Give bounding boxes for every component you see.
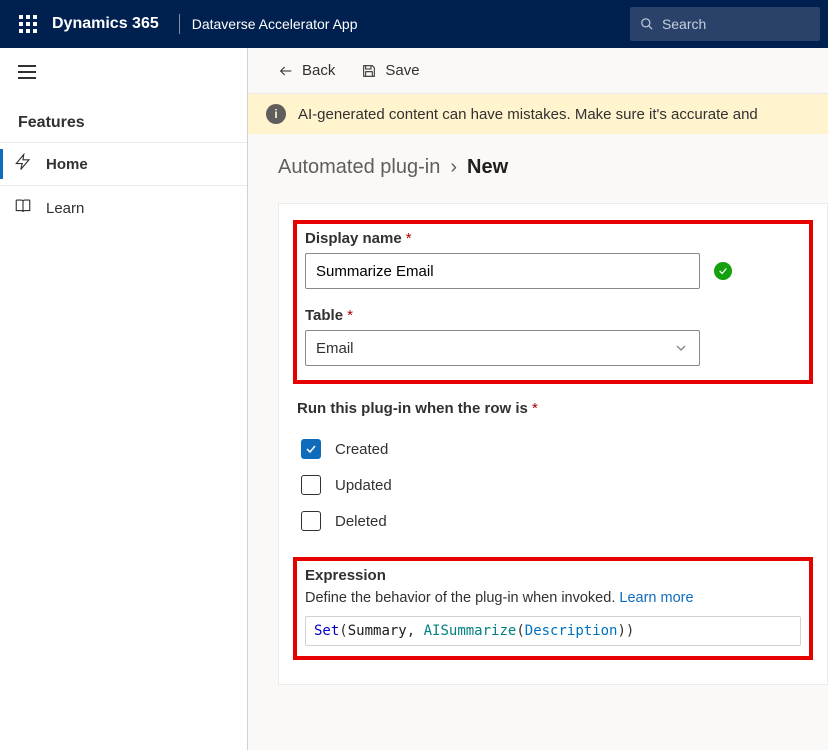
checkbox-deleted-label: Deleted bbox=[335, 513, 387, 530]
save-button[interactable]: Save bbox=[351, 56, 429, 85]
form-card: Display name* Table* Email bbox=[278, 203, 828, 685]
expression-label: Expression bbox=[305, 567, 801, 584]
header-divider bbox=[179, 14, 180, 34]
info-icon: i bbox=[266, 104, 286, 124]
valid-check-icon bbox=[714, 262, 732, 280]
trigger-created-row: Created bbox=[293, 431, 813, 467]
breadcrumb-current: New bbox=[467, 156, 508, 179]
trigger-section-label: Run this plug-in when the row is * bbox=[297, 400, 809, 417]
sidebar: Features Home Learn bbox=[0, 48, 248, 750]
checkbox-created[interactable] bbox=[301, 439, 321, 459]
home-icon bbox=[14, 153, 32, 175]
expression-editor[interactable]: Set(Summary, AISummarize(Description)) bbox=[305, 616, 801, 646]
hamburger-button[interactable] bbox=[0, 48, 247, 96]
code-token-description: Description bbox=[525, 623, 618, 639]
info-bar: i AI-generated content can have mistakes… bbox=[248, 94, 828, 134]
trigger-deleted-row: Deleted bbox=[293, 503, 813, 539]
app-launcher-button[interactable] bbox=[8, 0, 48, 48]
breadcrumb: Automated plug-in › New bbox=[278, 156, 828, 179]
hamburger-icon bbox=[18, 65, 36, 79]
checkbox-updated-label: Updated bbox=[335, 477, 392, 494]
expression-description: Define the behavior of the plug-in when … bbox=[305, 590, 801, 606]
trigger-updated-row: Updated bbox=[293, 467, 813, 503]
search-icon bbox=[640, 16, 654, 32]
code-token-set: Set bbox=[314, 623, 339, 639]
highlight-box-expression: Expression Define the behavior of the pl… bbox=[293, 557, 813, 660]
learn-icon bbox=[14, 197, 32, 219]
waffle-icon bbox=[19, 15, 37, 33]
chevron-right-icon: › bbox=[450, 156, 457, 179]
table-select-value: Email bbox=[316, 340, 354, 357]
sidebar-item-label: Learn bbox=[46, 200, 84, 217]
highlight-box-name-table: Display name* Table* Email bbox=[293, 220, 813, 384]
table-label: Table* bbox=[305, 307, 801, 324]
back-label: Back bbox=[302, 62, 335, 79]
brand-title: Dynamics 365 bbox=[48, 15, 171, 33]
save-label: Save bbox=[385, 62, 419, 79]
sidebar-item-home[interactable]: Home bbox=[0, 142, 247, 186]
code-token-summary: Summary bbox=[348, 623, 407, 639]
top-header: Dynamics 365 Dataverse Accelerator App bbox=[0, 0, 828, 48]
info-bar-text: AI-generated content can have mistakes. … bbox=[298, 106, 758, 123]
back-arrow-icon bbox=[278, 63, 294, 79]
app-name: Dataverse Accelerator App bbox=[188, 16, 358, 32]
sidebar-group-header: Features bbox=[0, 96, 247, 142]
command-bar: Back Save bbox=[248, 48, 828, 94]
code-token-aisummarize: AISummarize bbox=[424, 623, 517, 639]
search-box[interactable] bbox=[630, 7, 820, 41]
save-icon bbox=[361, 63, 377, 79]
display-name-input[interactable] bbox=[305, 253, 700, 289]
content-area: Automated plug-in › New Display name* bbox=[248, 134, 828, 685]
chevron-down-icon bbox=[673, 340, 689, 356]
main-area: Back Save i AI-generated content can hav… bbox=[248, 48, 828, 750]
checkbox-updated[interactable] bbox=[301, 475, 321, 495]
checkbox-created-label: Created bbox=[335, 441, 388, 458]
display-name-label: Display name* bbox=[305, 230, 801, 247]
sidebar-item-learn[interactable]: Learn bbox=[0, 186, 247, 230]
breadcrumb-parent[interactable]: Automated plug-in bbox=[278, 156, 440, 179]
sidebar-item-label: Home bbox=[46, 156, 88, 173]
search-input[interactable] bbox=[662, 16, 810, 32]
table-select[interactable]: Email bbox=[305, 330, 700, 366]
back-button[interactable]: Back bbox=[268, 56, 345, 85]
learn-more-link[interactable]: Learn more bbox=[619, 590, 693, 606]
checkbox-deleted[interactable] bbox=[301, 511, 321, 531]
